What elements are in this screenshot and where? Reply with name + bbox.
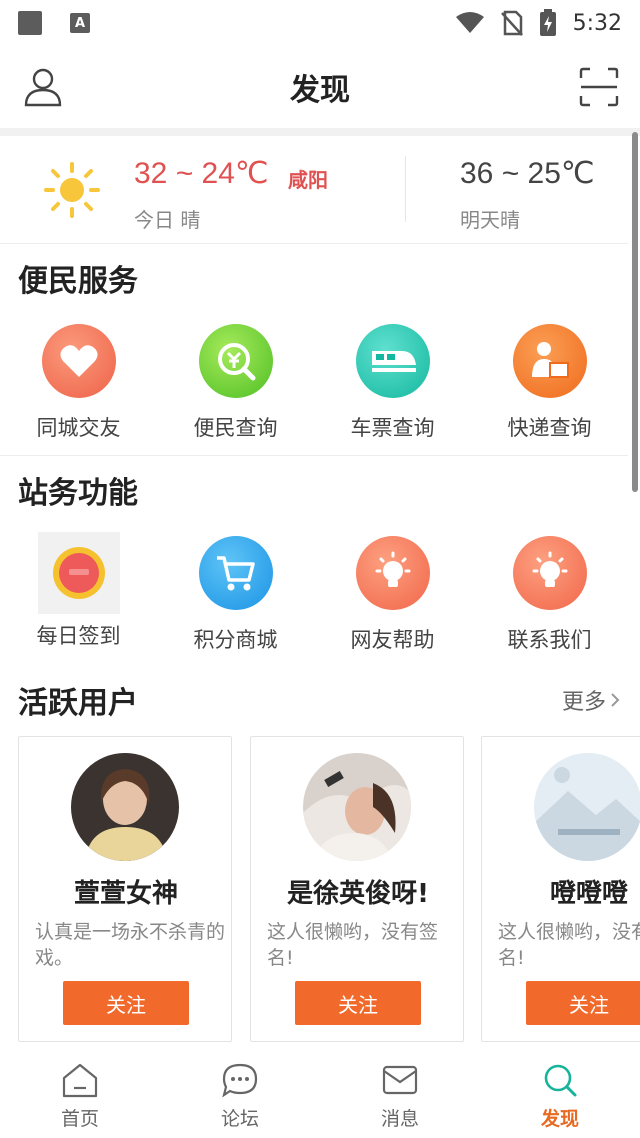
user-card[interactable]: 是徐英俊呀! 这人很懒哟，没有签名! 关注 — [250, 736, 464, 1042]
service-item-courier[interactable]: 快递查询 — [471, 324, 628, 474]
status-time: 5:32 — [572, 10, 622, 36]
header: 发现 — [0, 46, 640, 128]
section-title-active-users: 活跃用户 — [18, 686, 138, 721]
user-signature: 这人很懒哟，没有签名! — [498, 921, 640, 969]
service-label: 快递查询 — [507, 416, 592, 440]
station-item-contact[interactable]: 联系我们 — [471, 536, 628, 686]
station-label: 积分商城 — [193, 628, 278, 652]
user-card[interactable]: 噔噔噔 这人很懒哟，没有签名! 关注 — [481, 736, 640, 1042]
section-divider — [0, 455, 628, 456]
bottom-nav: 首页 论坛 消息 发现 — [0, 1046, 640, 1138]
section-title-station: 站务功能 — [18, 476, 138, 511]
nav-item-forum[interactable]: 论坛 — [160, 1046, 320, 1138]
notification-a-icon: A — [70, 13, 90, 33]
service-label: 同城交友 — [36, 416, 121, 440]
avatar[interactable] — [71, 753, 179, 861]
more-label: 更多 — [561, 690, 606, 715]
notification-square-icon — [18, 11, 42, 35]
service-label: 车票查询 — [350, 416, 435, 440]
avatar[interactable] — [534, 753, 640, 861]
today-temperature: 32 ~ 24℃ — [134, 157, 269, 190]
today-condition: 今日 晴 — [134, 208, 201, 232]
mail-icon — [382, 1065, 418, 1095]
nav-label: 发现 — [540, 1108, 579, 1130]
nav-item-discover[interactable]: 发现 — [480, 1046, 640, 1138]
service-label: 便民查询 — [193, 416, 278, 440]
services-grid: 同城交友 便民查询 车票查询 快递查询 — [0, 324, 628, 474]
courier-icon — [512, 324, 587, 398]
train-icon — [355, 324, 430, 398]
service-item-query[interactable]: 便民查询 — [157, 324, 314, 474]
wifi-icon — [455, 12, 484, 33]
user-signature: 这人很懒哟，没有签名! — [267, 921, 439, 969]
no-sim-icon — [500, 10, 523, 36]
page-title: 发现 — [290, 73, 350, 108]
nav-item-messages[interactable]: 消息 — [320, 1046, 480, 1138]
chevron-right-icon — [611, 693, 620, 707]
follow-button[interactable]: 关注 — [526, 981, 640, 1025]
user-signature: 认真是一场永不杀青的戏。 — [35, 921, 226, 969]
status-bar: A 5:32 — [0, 0, 640, 46]
station-item-checkin[interactable]: 每日签到 — [0, 532, 157, 686]
station-grid: 每日签到 积分商城 网友帮助 联系我们 — [0, 532, 628, 686]
chat-bubble-icon — [222, 1063, 258, 1098]
station-label: 联系我们 — [507, 628, 592, 652]
nav-item-home[interactable]: 首页 — [0, 1046, 160, 1138]
cart-icon — [198, 536, 273, 610]
follow-button[interactable]: 关注 — [295, 981, 421, 1025]
discover-screen: A 5:32 发现 32 ~ 24℃ 咸阳 今日 晴 36 ~ 25℃ 明天晴 … — [0, 0, 640, 1138]
discover-search-icon — [544, 1064, 577, 1097]
service-item-tickets[interactable]: 车票查询 — [314, 324, 471, 474]
scan-icon[interactable] — [578, 66, 620, 108]
city-name: 咸阳 — [288, 168, 328, 192]
user-name: 是徐英俊呀! — [287, 879, 429, 909]
section-title-services: 便民服务 — [18, 264, 138, 299]
station-item-help[interactable]: 网友帮助 — [314, 536, 471, 686]
tomorrow-temperature: 36 ~ 25℃ — [460, 157, 595, 190]
heart-icon — [41, 324, 116, 398]
sun-icon — [44, 162, 100, 218]
nav-label: 首页 — [60, 1108, 99, 1130]
search-coin-icon — [198, 324, 273, 398]
nav-label: 论坛 — [220, 1108, 259, 1130]
weather-panel[interactable]: 32 ~ 24℃ 咸阳 今日 晴 36 ~ 25℃ 明天晴 — [0, 136, 628, 244]
user-card[interactable]: 萱萱女神 认真是一场永不杀青的戏。 关注 — [18, 736, 232, 1042]
bulb-icon — [355, 536, 430, 610]
checkin-badge-icon — [37, 532, 120, 614]
battery-charging-icon — [539, 9, 556, 36]
station-label: 每日签到 — [36, 624, 121, 648]
more-link[interactable]: 更多 — [562, 684, 620, 716]
scrollbar[interactable] — [632, 132, 638, 492]
station-item-shop[interactable]: 积分商城 — [157, 536, 314, 686]
header-divider — [0, 128, 640, 136]
avatar[interactable] — [303, 753, 411, 861]
nav-label: 消息 — [380, 1108, 419, 1130]
tomorrow-condition: 明天晴 — [460, 208, 520, 232]
station-label: 网友帮助 — [350, 628, 435, 652]
weather-divider — [405, 156, 406, 222]
user-name: 噔噔噔 — [549, 879, 628, 909]
active-users-carousel[interactable]: 萱萱女神 认真是一场永不杀青的戏。 关注 是徐英俊呀! 这人很懒哟，没有签名! … — [18, 736, 640, 1044]
user-name: 萱萱女神 — [73, 879, 178, 909]
service-item-dating[interactable]: 同城交友 — [0, 324, 157, 474]
follow-button[interactable]: 关注 — [63, 981, 189, 1025]
bulb-icon — [512, 536, 587, 610]
user-profile-icon[interactable] — [22, 66, 64, 108]
home-icon — [62, 1063, 98, 1098]
